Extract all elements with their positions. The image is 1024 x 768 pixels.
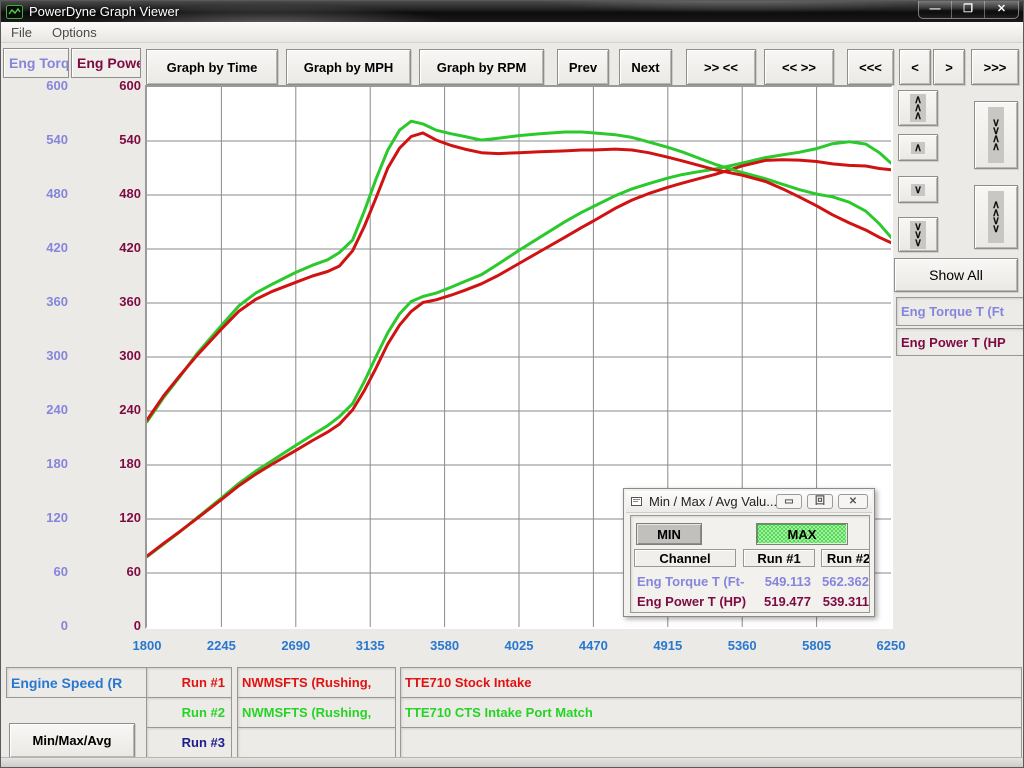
y-compress-button[interactable]: ∨∨∧∧ — [974, 101, 1018, 169]
run2-operator-field[interactable]: NWMSFTS (Rushing, — [237, 697, 396, 728]
scroll-far-right-button[interactable]: >>> — [971, 49, 1019, 85]
run2-description-field[interactable]: TTE710 CTS Intake Port Match — [400, 697, 1022, 728]
x-axis-tick-label: 6250 — [856, 638, 926, 653]
torque-channel-label[interactable]: Eng Torque T (Ft — [896, 297, 1024, 326]
y-axis-tick-label: 600 — [1, 78, 141, 93]
y-axis-tick-label: 240 — [1, 402, 141, 417]
y-axis-tick-label: 420 — [1, 240, 141, 255]
minmax-avg-button[interactable]: Min/Max/Avg — [9, 723, 135, 758]
x-axis-tick-label: 2690 — [261, 638, 331, 653]
minimize-button[interactable]: — — [919, 1, 952, 18]
prev-button[interactable]: Prev — [557, 49, 609, 85]
table-row: Eng Torque T (Ft- 549.113 562.362 — [631, 574, 870, 590]
torque-row-run1-value: 549.113 — [743, 574, 811, 589]
x-axis-tick-label: 4025 — [484, 638, 554, 653]
power-channel-label[interactable]: Eng Power T (HP — [896, 328, 1024, 356]
x-axis-tick-label: 5360 — [707, 638, 777, 653]
graph-by-time-button[interactable]: Graph by Time — [146, 49, 278, 85]
triple-down-chevron-icon: ∨∨∨ — [910, 221, 926, 249]
scroll-right-button[interactable]: > — [933, 49, 965, 85]
x-axis-tick-label: 4915 — [633, 638, 703, 653]
x-axis-tick-label: 5805 — [782, 638, 852, 653]
run1-label: Run #1 — [146, 667, 232, 698]
power-row-run1-value: 519.477 — [743, 594, 811, 609]
run1-column-header[interactable]: Run #1 — [743, 549, 815, 567]
x-axis-tick-label: 2245 — [186, 638, 256, 653]
y-expand-button[interactable]: ∧∧∨∨ — [974, 185, 1018, 249]
app-window: PowerDyne Graph Viewer — ❐ ✕ File Option… — [0, 0, 1024, 768]
expand-chevrons-icon: ∧∧∨∨ — [988, 191, 1004, 243]
channel-column-header[interactable]: Channel — [634, 549, 736, 567]
next-button[interactable]: Next — [619, 49, 672, 85]
run1-description-field[interactable]: TTE710 Stock Intake — [400, 667, 1022, 698]
close-button[interactable]: ✕ — [985, 1, 1018, 18]
graph-by-rpm-button[interactable]: Graph by RPM — [419, 49, 544, 85]
y-axis-tick-label: 0 — [1, 618, 141, 633]
status-bar — [1, 757, 1024, 767]
run3-label: Run #3 — [146, 727, 232, 758]
run3-description-field[interactable] — [400, 727, 1022, 758]
max-tab-button[interactable]: MAX — [756, 523, 848, 545]
graph-by-mph-button[interactable]: Graph by MPH — [286, 49, 411, 85]
y-axis-tick-label: 480 — [1, 186, 141, 201]
window-controls: — ❐ ✕ — [918, 1, 1019, 19]
torque-row-run2-value: 562.362 — [815, 574, 869, 589]
table-row: Eng Power T (HP) 519.477 539.311 — [631, 594, 870, 610]
dialog-minimize-button[interactable]: ▭ — [776, 494, 802, 509]
minmax-dialog-titlebar[interactable]: Min / Max / Avg Valu... ▭ 回 ✕ — [626, 491, 872, 513]
torque-row-channel: Eng Torque T (Ft- — [637, 574, 744, 589]
x-axis-tick-label: 3135 — [335, 638, 405, 653]
dialog-icon — [631, 496, 644, 507]
restore-button[interactable]: ❐ — [952, 1, 985, 18]
dialog-restore-button[interactable]: 回 — [807, 494, 833, 509]
show-all-button[interactable]: Show All — [894, 258, 1018, 292]
zoom-in-button[interactable]: >> << — [686, 49, 756, 85]
triple-up-chevron-icon: ∧∧∧ — [910, 94, 926, 122]
power-row-run2-value: 539.311 — [815, 594, 869, 609]
x-axis-tick-label: 1800 — [112, 638, 182, 653]
menu-bar: File Options — [1, 22, 1024, 43]
run2-column-header[interactable]: Run #2 — [821, 549, 870, 567]
scale-up-button[interactable]: ∧ — [898, 134, 938, 161]
title-bar[interactable]: PowerDyne Graph Viewer — ❐ ✕ — [1, 1, 1024, 22]
up-chevron-icon: ∧ — [911, 142, 925, 154]
y-axis-tick-label: 360 — [1, 294, 141, 309]
x-axis-tick-label: 3580 — [410, 638, 480, 653]
dialog-close-button[interactable]: ✕ — [838, 494, 868, 509]
x-axis-tick-label: 4470 — [558, 638, 628, 653]
run3-operator-field[interactable] — [237, 727, 396, 758]
scale-down-button[interactable]: ∨ — [898, 176, 938, 203]
power-row-channel: Eng Power T (HP) — [637, 594, 746, 609]
minmax-dialog[interactable]: Min / Max / Avg Valu... ▭ 回 ✕ MIN MAX Ch… — [623, 488, 875, 617]
zoom-out-button[interactable]: << >> — [764, 49, 834, 85]
minmax-dialog-panel: MIN MAX Channel Run #1 Run #2 Eng Torque… — [630, 515, 870, 613]
y-axis-tick-label: 540 — [1, 132, 141, 147]
scale-down-fast-button[interactable]: ∨∨∨ — [898, 217, 938, 252]
compress-chevrons-icon: ∨∨∧∧ — [988, 107, 1004, 163]
run1-operator-field[interactable]: NWMSFTS (Rushing, — [237, 667, 396, 698]
y-axis-tick-label: 120 — [1, 510, 141, 525]
down-chevron-icon: ∨ — [911, 184, 925, 196]
scale-up-fast-button[interactable]: ∧∧∧ — [898, 90, 938, 126]
y-axis-tick-label: 300 — [1, 348, 141, 363]
scroll-far-left-button[interactable]: <<< — [847, 49, 894, 85]
run2-label: Run #2 — [146, 697, 232, 728]
minmax-dialog-title: Min / Max / Avg Valu... — [649, 494, 777, 509]
min-tab-button[interactable]: MIN — [636, 523, 702, 545]
scroll-left-button[interactable]: < — [899, 49, 931, 85]
y-axis-tick-label: 60 — [1, 564, 141, 579]
y-axis-tick-label: 180 — [1, 456, 141, 471]
